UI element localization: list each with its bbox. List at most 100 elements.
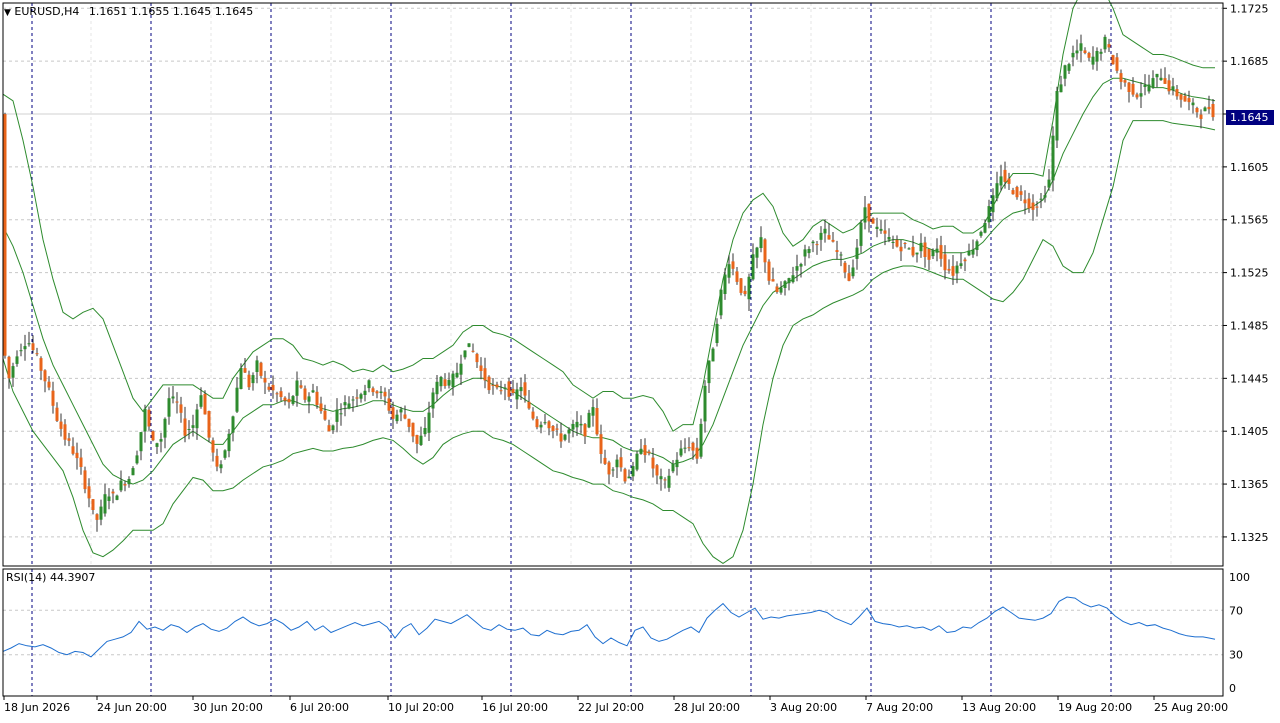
candle-bull[interactable] bbox=[859, 222, 863, 246]
candle-bull[interactable] bbox=[159, 439, 163, 442]
candle-bear[interactable] bbox=[7, 356, 11, 379]
candle-bull[interactable] bbox=[875, 226, 879, 229]
candle-bull[interactable] bbox=[311, 390, 315, 393]
candle-bull[interactable] bbox=[339, 413, 343, 415]
candle-bull[interactable] bbox=[131, 468, 135, 476]
candle-bull[interactable] bbox=[575, 421, 579, 428]
candle-bear[interactable] bbox=[523, 382, 527, 396]
candle-bear[interactable] bbox=[183, 418, 187, 436]
candle-bull[interactable] bbox=[795, 266, 799, 271]
candle-bear[interactable] bbox=[947, 268, 951, 271]
candle-bull[interactable] bbox=[567, 429, 571, 434]
candle-bear[interactable] bbox=[391, 407, 395, 419]
candle-bull[interactable] bbox=[1159, 77, 1163, 81]
candle-bear[interactable] bbox=[583, 424, 587, 437]
candle-bear[interactable] bbox=[35, 353, 39, 355]
candle-bear[interactable] bbox=[407, 418, 411, 427]
candle-bull[interactable] bbox=[723, 274, 727, 294]
candle-bull[interactable] bbox=[1191, 102, 1195, 106]
candle-bull[interactable] bbox=[1059, 84, 1063, 93]
candle-bull[interactable] bbox=[891, 242, 895, 243]
candle-bull[interactable] bbox=[139, 432, 143, 452]
candle-bear[interactable] bbox=[87, 486, 91, 499]
candle-bull[interactable] bbox=[423, 428, 427, 435]
candle-bear[interactable] bbox=[1019, 191, 1023, 195]
candle-bull[interactable] bbox=[431, 392, 435, 409]
candle-bull[interactable] bbox=[683, 447, 687, 449]
candle-bear[interactable] bbox=[1107, 44, 1111, 48]
candle-bear[interactable] bbox=[595, 408, 599, 435]
candle-bear[interactable] bbox=[1031, 202, 1035, 210]
candle-bull[interactable] bbox=[467, 343, 471, 347]
candle-bear[interactable] bbox=[299, 385, 303, 388]
candle-bear[interactable] bbox=[871, 218, 875, 224]
candle-bear[interactable] bbox=[479, 365, 483, 372]
candle-bull[interactable] bbox=[1147, 84, 1151, 92]
candle-bull[interactable] bbox=[99, 506, 103, 520]
candle-bull[interactable] bbox=[447, 379, 451, 386]
candle-bear[interactable] bbox=[883, 230, 887, 234]
candle-bear[interactable] bbox=[1023, 199, 1027, 204]
candle-bull[interactable] bbox=[755, 247, 759, 258]
candle-bear[interactable] bbox=[123, 484, 127, 486]
candle-bull[interactable] bbox=[1095, 51, 1099, 62]
candle-bear[interactable] bbox=[39, 358, 43, 371]
candle-bull[interactable] bbox=[539, 424, 543, 428]
candle-bear[interactable] bbox=[743, 290, 747, 295]
candle-bull[interactable] bbox=[1075, 50, 1079, 54]
candle-bull[interactable] bbox=[1039, 198, 1043, 200]
candle-bear[interactable] bbox=[923, 242, 927, 258]
candle-bear[interactable] bbox=[1011, 190, 1015, 195]
candle-bull[interactable] bbox=[959, 263, 963, 266]
candle-bear[interactable] bbox=[843, 262, 847, 273]
candle-bear[interactable] bbox=[499, 390, 503, 392]
candle-bull[interactable] bbox=[359, 394, 363, 399]
candle-bull[interactable] bbox=[715, 323, 719, 343]
candle-bull[interactable] bbox=[519, 387, 523, 392]
candle-bull[interactable] bbox=[435, 381, 439, 395]
candle-bull[interactable] bbox=[515, 389, 519, 400]
chart-canvas[interactable]: 1.1725 1.1685 1.1645 1.1605 1.1565 1.1525 1.14… bbox=[0, 0, 1280, 720]
candle-bull[interactable] bbox=[191, 425, 195, 428]
candle-bull[interactable] bbox=[335, 409, 339, 422]
candle-bear[interactable] bbox=[827, 235, 831, 240]
candle-bull[interactable] bbox=[1099, 51, 1103, 54]
candle-bull[interactable] bbox=[987, 206, 991, 223]
candle-bear[interactable] bbox=[691, 442, 695, 451]
candle-bull[interactable] bbox=[779, 287, 783, 293]
candle-bull[interactable] bbox=[455, 372, 459, 378]
candle-bear[interactable] bbox=[1207, 106, 1211, 110]
candle-bull[interactable] bbox=[1079, 43, 1083, 51]
candle-bear[interactable] bbox=[847, 273, 851, 281]
time-axis[interactable]: 18 Jun 2026 24 Jun 20:00 30 Jun 20:00 6 Jul… bbox=[3, 696, 1228, 714]
candle-bull[interactable] bbox=[379, 391, 383, 394]
candle-bear[interactable] bbox=[1083, 50, 1087, 53]
candle-bull[interactable] bbox=[999, 176, 1003, 186]
candle-bull[interactable] bbox=[463, 350, 467, 358]
candle-bull[interactable] bbox=[631, 466, 635, 477]
candle-bear[interactable] bbox=[1127, 82, 1131, 92]
candle-bull[interactable] bbox=[367, 380, 371, 389]
candle-bear[interactable] bbox=[651, 457, 655, 469]
candle-bull[interactable] bbox=[307, 396, 311, 402]
candle-bull[interactable] bbox=[995, 183, 999, 199]
candle-bull[interactable] bbox=[803, 249, 807, 257]
candle-bear[interactable] bbox=[495, 384, 499, 388]
candle-bull[interactable] bbox=[1103, 36, 1107, 50]
candle-bear[interactable] bbox=[319, 403, 323, 412]
candle-bear[interactable] bbox=[663, 479, 667, 481]
symbol-dropdown-icon[interactable]: ▼ bbox=[4, 8, 11, 18]
candle-bull[interactable] bbox=[659, 476, 663, 480]
candle-bear[interactable] bbox=[211, 440, 215, 453]
candle-bear[interactable] bbox=[1007, 178, 1011, 184]
candle-bear[interactable] bbox=[411, 422, 415, 437]
candle-bear[interactable] bbox=[1027, 198, 1031, 209]
candle-bull[interactable] bbox=[27, 343, 31, 345]
candle-bull[interactable] bbox=[811, 241, 815, 244]
candle-bull[interactable] bbox=[219, 464, 223, 469]
candle-bull[interactable] bbox=[251, 375, 255, 384]
candle-bear[interactable] bbox=[263, 377, 267, 383]
candle-bear[interactable] bbox=[1131, 83, 1135, 95]
candle-bull[interactable] bbox=[919, 242, 923, 252]
candle-bear[interactable] bbox=[767, 261, 771, 281]
